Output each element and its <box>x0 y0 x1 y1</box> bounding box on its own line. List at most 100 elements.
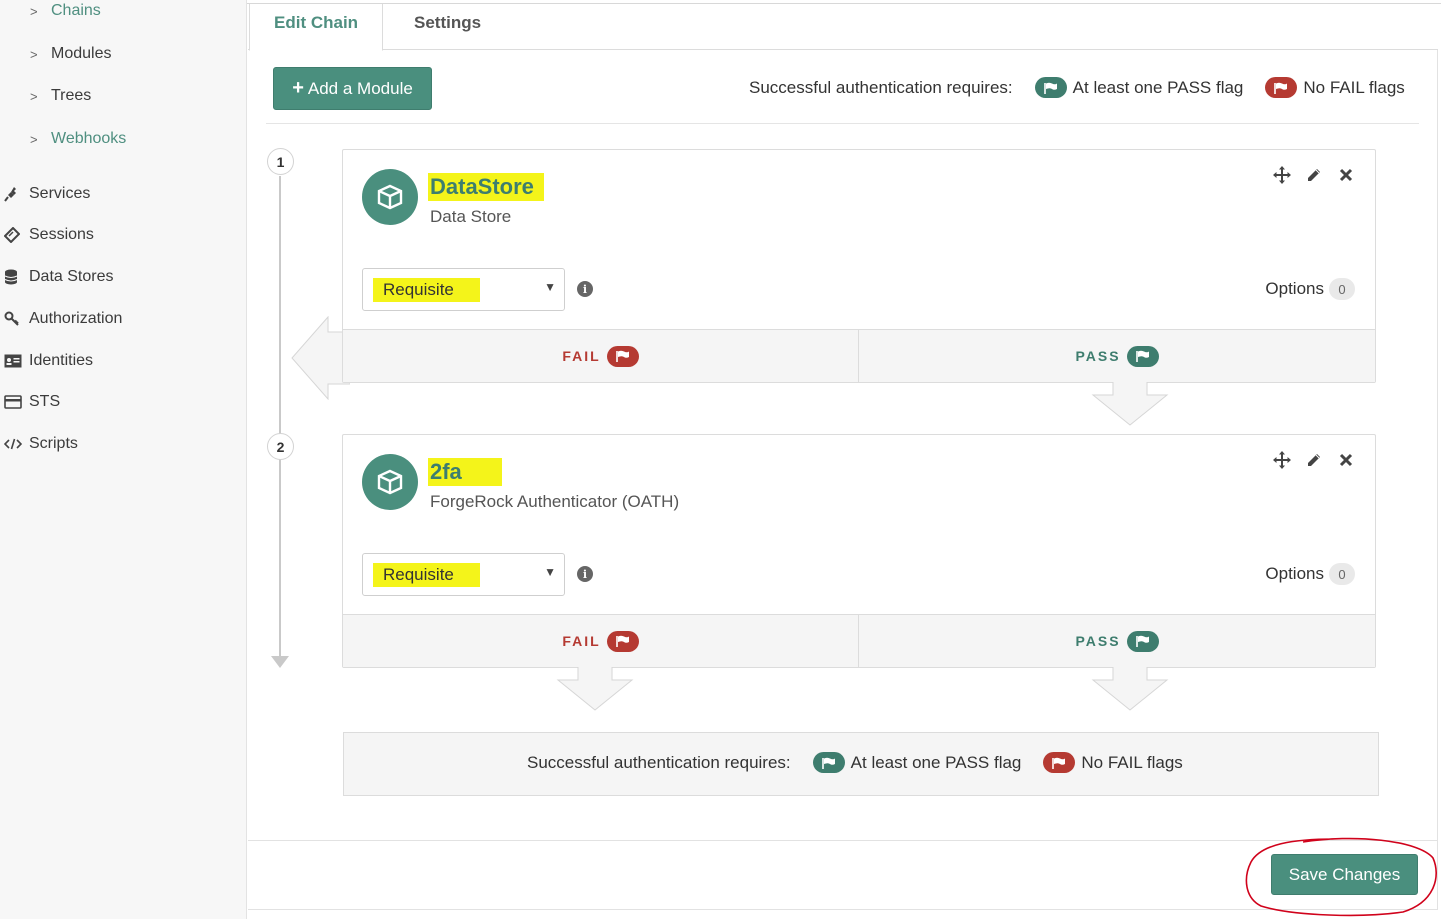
options-button[interactable]: Options 0 <box>1265 278 1355 300</box>
step-number: 2 <box>267 433 294 460</box>
sidebar-item-scripts[interactable]: Scripts <box>4 435 78 453</box>
credit-card-icon <box>4 395 29 409</box>
move-icon[interactable] <box>1273 451 1291 469</box>
id-card-icon <box>4 354 29 368</box>
info-icon[interactable]: i <box>577 566 593 582</box>
chevron-right-icon: > <box>30 46 38 62</box>
requirements-prefix: Successful authentication requires: <box>749 77 1013 97</box>
sidebar-item-webhooks[interactable]: > Webhooks <box>30 130 126 148</box>
module-card: 2fa ForgeRock Authenticator (OATH) Requi… <box>342 434 1376 668</box>
options-label: Options <box>1265 279 1324 298</box>
save-changes-button[interactable]: Save Changes <box>1271 854 1418 895</box>
fail-flag-icon <box>1265 77 1298 98</box>
sidebar: > Chains > Modules > Trees > Webhooks Se… <box>0 0 247 919</box>
sidebar-item-label: STS <box>29 393 61 410</box>
tab-bar: Edit Chain Settings <box>248 4 1438 51</box>
requirements-pass-text: At least one PASS flag <box>850 752 1022 772</box>
fail-label: FAIL <box>562 633 601 649</box>
criteria-select[interactable]: Requisite ▼ <box>362 553 565 596</box>
fail-outcome: FAIL <box>343 615 859 667</box>
chevron-right-icon: > <box>30 88 38 104</box>
pass-flag-icon <box>1126 345 1159 367</box>
pass-down-arrow-icon <box>1091 382 1169 426</box>
close-icon[interactable] <box>1337 166 1355 184</box>
requirements-summary-top: Successful authentication requires: At l… <box>749 77 1405 98</box>
pass-outcome: PASS <box>859 615 1375 667</box>
database-icon <box>4 269 29 285</box>
fail-exit-arrow-icon <box>291 316 350 400</box>
chevron-right-icon: > <box>30 3 38 19</box>
pencil-icon[interactable] <box>1305 451 1323 469</box>
fail-flag-icon <box>606 630 639 652</box>
info-icon[interactable]: i <box>577 281 593 297</box>
module-actions <box>1273 451 1355 469</box>
footer-divider <box>248 840 1438 841</box>
sidebar-item-data-stores[interactable]: Data Stores <box>4 268 113 286</box>
sidebar-item-sessions[interactable]: Sessions <box>4 226 94 244</box>
criteria-value: Requisite <box>373 278 480 302</box>
sidebar-item-label: Authorization <box>29 310 123 327</box>
sidebar-item-label: Sessions <box>29 226 94 243</box>
add-module-button[interactable]: + Add a Module <box>273 67 432 110</box>
tab-settings[interactable]: Settings <box>390 4 505 50</box>
sidebar-item-identities[interactable]: Identities <box>4 352 93 370</box>
sidebar-item-label: Data Stores <box>29 268 114 285</box>
requirements-fail-text: No FAIL flags <box>1303 77 1405 97</box>
sidebar-item-label: Chains <box>51 2 101 19</box>
panel-border <box>1437 50 1438 910</box>
sidebar-item-label: Scripts <box>29 435 78 452</box>
sidebar-item-chains[interactable]: > Chains <box>30 2 101 20</box>
plug-icon <box>4 186 29 202</box>
cube-icon <box>362 454 418 510</box>
criteria-select[interactable]: Requisite ▼ <box>362 268 565 311</box>
sidebar-item-sts[interactable]: STS <box>4 393 60 411</box>
add-module-label: Add a Module <box>307 78 413 98</box>
sidebar-item-modules[interactable]: > Modules <box>30 45 111 63</box>
caret-down-icon: ▼ <box>544 280 556 294</box>
options-count-badge: 0 <box>1329 563 1355 585</box>
divider <box>266 123 1419 124</box>
options-label: Options <box>1265 564 1324 583</box>
module-name[interactable]: DataStore <box>428 173 544 201</box>
step-number: 1 <box>267 148 294 175</box>
module-outcomes: FAIL PASS <box>343 614 1375 667</box>
timeline-line <box>279 176 281 658</box>
close-icon[interactable] <box>1337 451 1355 469</box>
timeline-arrow-icon <box>271 656 289 668</box>
pass-label: PASS <box>1075 633 1121 649</box>
pass-flag-icon <box>1034 77 1067 98</box>
caret-down-icon: ▼ <box>544 565 556 579</box>
requirements-prefix: Successful authentication requires: <box>527 752 791 772</box>
sidebar-item-label: Modules <box>51 45 112 62</box>
sidebar-item-label: Trees <box>51 87 92 104</box>
sidebar-item-label: Webhooks <box>51 130 127 147</box>
move-icon[interactable] <box>1273 166 1291 184</box>
pass-flag-icon <box>812 752 845 773</box>
pass-label: PASS <box>1075 348 1121 364</box>
module-actions <box>1273 166 1355 184</box>
fail-flag-icon <box>606 345 639 367</box>
criteria-value: Requisite <box>373 563 480 587</box>
sidebar-item-trees[interactable]: > Trees <box>30 87 91 105</box>
code-icon <box>4 438 29 450</box>
cube-icon <box>362 169 418 225</box>
pass-down-arrow-icon <box>1091 667 1169 711</box>
sidebar-item-services[interactable]: Services <box>4 185 90 203</box>
chevron-right-icon: > <box>30 131 38 147</box>
tab-edit-chain[interactable]: Edit Chain <box>249 4 384 51</box>
module-name[interactable]: 2fa <box>428 458 502 486</box>
pencil-icon[interactable] <box>1305 166 1323 184</box>
requirements-fail-text: No FAIL flags <box>1081 752 1183 772</box>
fail-outcome: FAIL <box>343 330 859 382</box>
sidebar-item-label: Services <box>29 185 91 202</box>
ticket-icon <box>4 227 29 243</box>
requirements-summary-bottom: Successful authentication requires: At l… <box>527 752 1183 773</box>
panel-bottom-border <box>248 909 1438 910</box>
fail-flag-icon <box>1043 752 1076 773</box>
sidebar-item-authorization[interactable]: Authorization <box>4 310 122 328</box>
options-button[interactable]: Options 0 <box>1265 563 1355 585</box>
module-type: ForgeRock Authenticator (OATH) <box>430 492 680 511</box>
sidebar-item-label: Identities <box>29 352 94 369</box>
fail-label: FAIL <box>562 348 601 364</box>
plus-icon: + <box>292 77 304 99</box>
